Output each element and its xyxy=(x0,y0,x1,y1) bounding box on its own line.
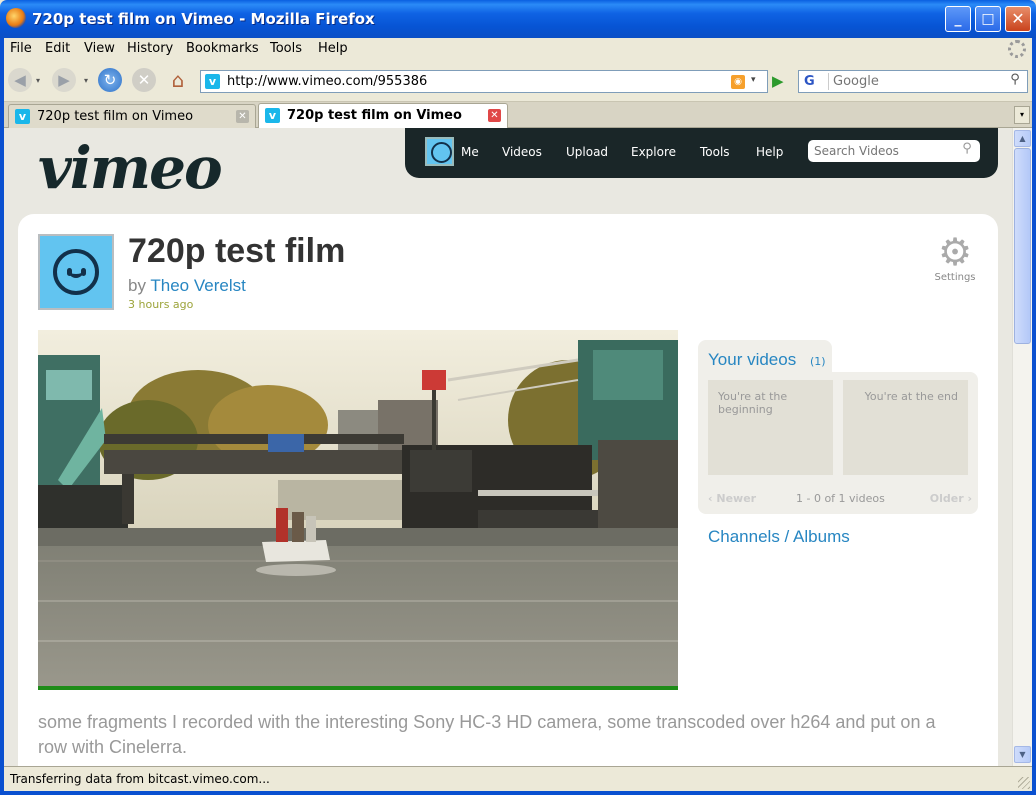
scroll-down-arrow-icon[interactable]: ▼ xyxy=(1014,746,1031,763)
maximize-button[interactable]: □ xyxy=(975,6,1001,32)
tab-list-button[interactable]: ▾ xyxy=(1014,106,1030,124)
video-title: 720p test film xyxy=(128,232,346,270)
tab-1[interactable]: v 720p test film on Vimeo ✕ xyxy=(8,104,256,128)
video-description: some fragments I recorded with the inter… xyxy=(38,712,936,757)
me-avatar-icon[interactable] xyxy=(425,137,454,166)
browser-search-bar: G ⚲ xyxy=(798,70,1028,93)
nav-upload[interactable]: Upload xyxy=(566,145,608,159)
nav-videos[interactable]: Videos xyxy=(502,145,542,159)
newer-link[interactable]: ‹ Newer xyxy=(708,492,756,505)
browser-search-input[interactable] xyxy=(833,73,999,90)
menu-history[interactable]: History xyxy=(127,41,173,56)
back-button[interactable]: ◀ xyxy=(8,68,32,92)
channels-albums-link[interactable]: Channels / Albums xyxy=(708,527,850,547)
stop-button[interactable]: ✕ xyxy=(132,68,156,92)
url-history-dropdown[interactable]: ▾ xyxy=(751,75,756,85)
settings-label: Settings xyxy=(934,272,976,283)
older-link[interactable]: Older › xyxy=(930,492,972,505)
scrollbar-thumb[interactable] xyxy=(1014,148,1031,344)
url-bar[interactable]: v http://www.vimeo.com/955386 ◉ ▾ xyxy=(200,70,768,93)
navigation-toolbar: ◀ ▾ ▶ ▾ ↻ ✕ ⌂ v http://www.vimeo.com/955… xyxy=(4,60,1032,102)
video-progress-bar[interactable] xyxy=(38,686,678,690)
tab-bar: v 720p test film on Vimeo ✕ v 720p test … xyxy=(4,102,1032,129)
window-title: 720p test film on Vimeo - Mozilla Firefo… xyxy=(32,10,375,28)
menu-bookmarks[interactable]: Bookmarks xyxy=(186,41,259,56)
forward-button[interactable]: ▶ xyxy=(52,68,76,92)
upload-timestamp: 3 hours ago xyxy=(128,298,194,311)
close-tab-icon[interactable]: ✕ xyxy=(488,109,501,122)
avatar-smile xyxy=(68,269,84,278)
byline: by Theo Verelst xyxy=(128,276,246,296)
menu-file[interactable]: File xyxy=(10,41,32,56)
nav-help[interactable]: Help xyxy=(756,145,783,159)
menu-help[interactable]: Help xyxy=(318,41,348,56)
status-text: Transferring data from bitcast.vimeo.com… xyxy=(10,772,270,786)
vimeo-favicon-icon: v xyxy=(15,109,30,124)
search-icon[interactable]: ⚲ xyxy=(1005,72,1025,91)
back-history-dropdown[interactable]: ▾ xyxy=(36,76,40,85)
activity-throbber-icon xyxy=(1008,40,1026,58)
home-button[interactable]: ⌂ xyxy=(166,68,190,92)
vertical-scrollbar[interactable]: ▲ ▼ xyxy=(1012,128,1032,766)
rss-feed-icon[interactable]: ◉ xyxy=(731,75,745,89)
video-panel: 720p test film by Theo Verelst 3 hours a… xyxy=(18,214,998,766)
url-text[interactable]: http://www.vimeo.com/955386 xyxy=(227,74,427,89)
firefox-icon xyxy=(6,8,26,28)
uploader-avatar[interactable] xyxy=(38,234,114,310)
close-window-button[interactable]: ✕ xyxy=(1005,6,1031,32)
smiley-face-icon xyxy=(53,249,99,295)
site-nav-bar: Me Videos Upload Explore Tools Help ⚲ xyxy=(405,128,998,178)
scroll-up-arrow-icon[interactable]: ▲ xyxy=(1014,130,1031,147)
tab-label: 720p test film on Vimeo xyxy=(37,109,194,124)
search-engine-selector[interactable]: G xyxy=(801,73,829,90)
reload-button[interactable]: ↻ xyxy=(98,68,122,92)
your-videos-start-slot: You're at the beginning xyxy=(708,380,833,475)
site-favicon-icon: v xyxy=(205,74,220,89)
vimeo-favicon-icon: v xyxy=(265,108,280,123)
search-icon[interactable]: ⚲ xyxy=(958,141,976,159)
settings-button[interactable]: ⚙ Settings xyxy=(928,232,982,283)
menu-bar: File Edit View History Bookmarks Tools H… xyxy=(4,38,1032,60)
tab-2-active[interactable]: v 720p test film on Vimeo ✕ xyxy=(258,103,508,129)
by-prefix: by xyxy=(128,276,146,295)
window-titlebar[interactable]: 720p test film on Vimeo - Mozilla Firefo… xyxy=(0,0,1036,38)
window-frame-bottom xyxy=(0,791,1036,795)
menu-tools[interactable]: Tools xyxy=(270,41,302,56)
gear-icon: ⚙ xyxy=(937,230,973,274)
forward-history-dropdown[interactable]: ▾ xyxy=(84,76,88,85)
menu-edit[interactable]: Edit xyxy=(45,41,70,56)
nav-tools[interactable]: Tools xyxy=(700,145,730,159)
minimize-button[interactable]: _ xyxy=(945,6,971,32)
resize-grip-icon[interactable] xyxy=(1018,777,1030,789)
video-player[interactable] xyxy=(38,330,678,690)
window-frame-right xyxy=(1032,38,1036,795)
videos-range-label: 1 - 0 of 1 videos xyxy=(796,492,885,505)
your-videos-title: Your videos xyxy=(708,350,797,369)
status-bar: Transferring data from bitcast.vimeo.com… xyxy=(4,766,1032,791)
search-videos-input[interactable] xyxy=(814,143,954,159)
menu-view[interactable]: View xyxy=(84,41,115,56)
vimeo-logo[interactable]: vimeo xyxy=(38,134,223,202)
nav-explore[interactable]: Explore xyxy=(631,145,676,159)
nav-me[interactable]: Me xyxy=(461,145,479,159)
video-frame-image xyxy=(38,330,678,690)
tab-label: 720p test film on Vimeo xyxy=(287,108,462,123)
author-link[interactable]: Theo Verelst xyxy=(150,276,245,295)
page-viewport: vimeo Me Videos Upload Explore Tools Hel… xyxy=(4,128,1012,766)
your-videos-count: (1) xyxy=(810,355,826,368)
your-videos-end-slot: You're at the end xyxy=(843,380,968,475)
close-tab-icon[interactable]: ✕ xyxy=(236,110,249,123)
your-videos-box: You're at the beginning You're at the en… xyxy=(698,372,978,514)
go-button[interactable]: ▶ xyxy=(772,72,790,90)
your-videos-tab[interactable]: Your videos (1) xyxy=(698,340,832,374)
site-search-box: ⚲ xyxy=(808,140,980,162)
